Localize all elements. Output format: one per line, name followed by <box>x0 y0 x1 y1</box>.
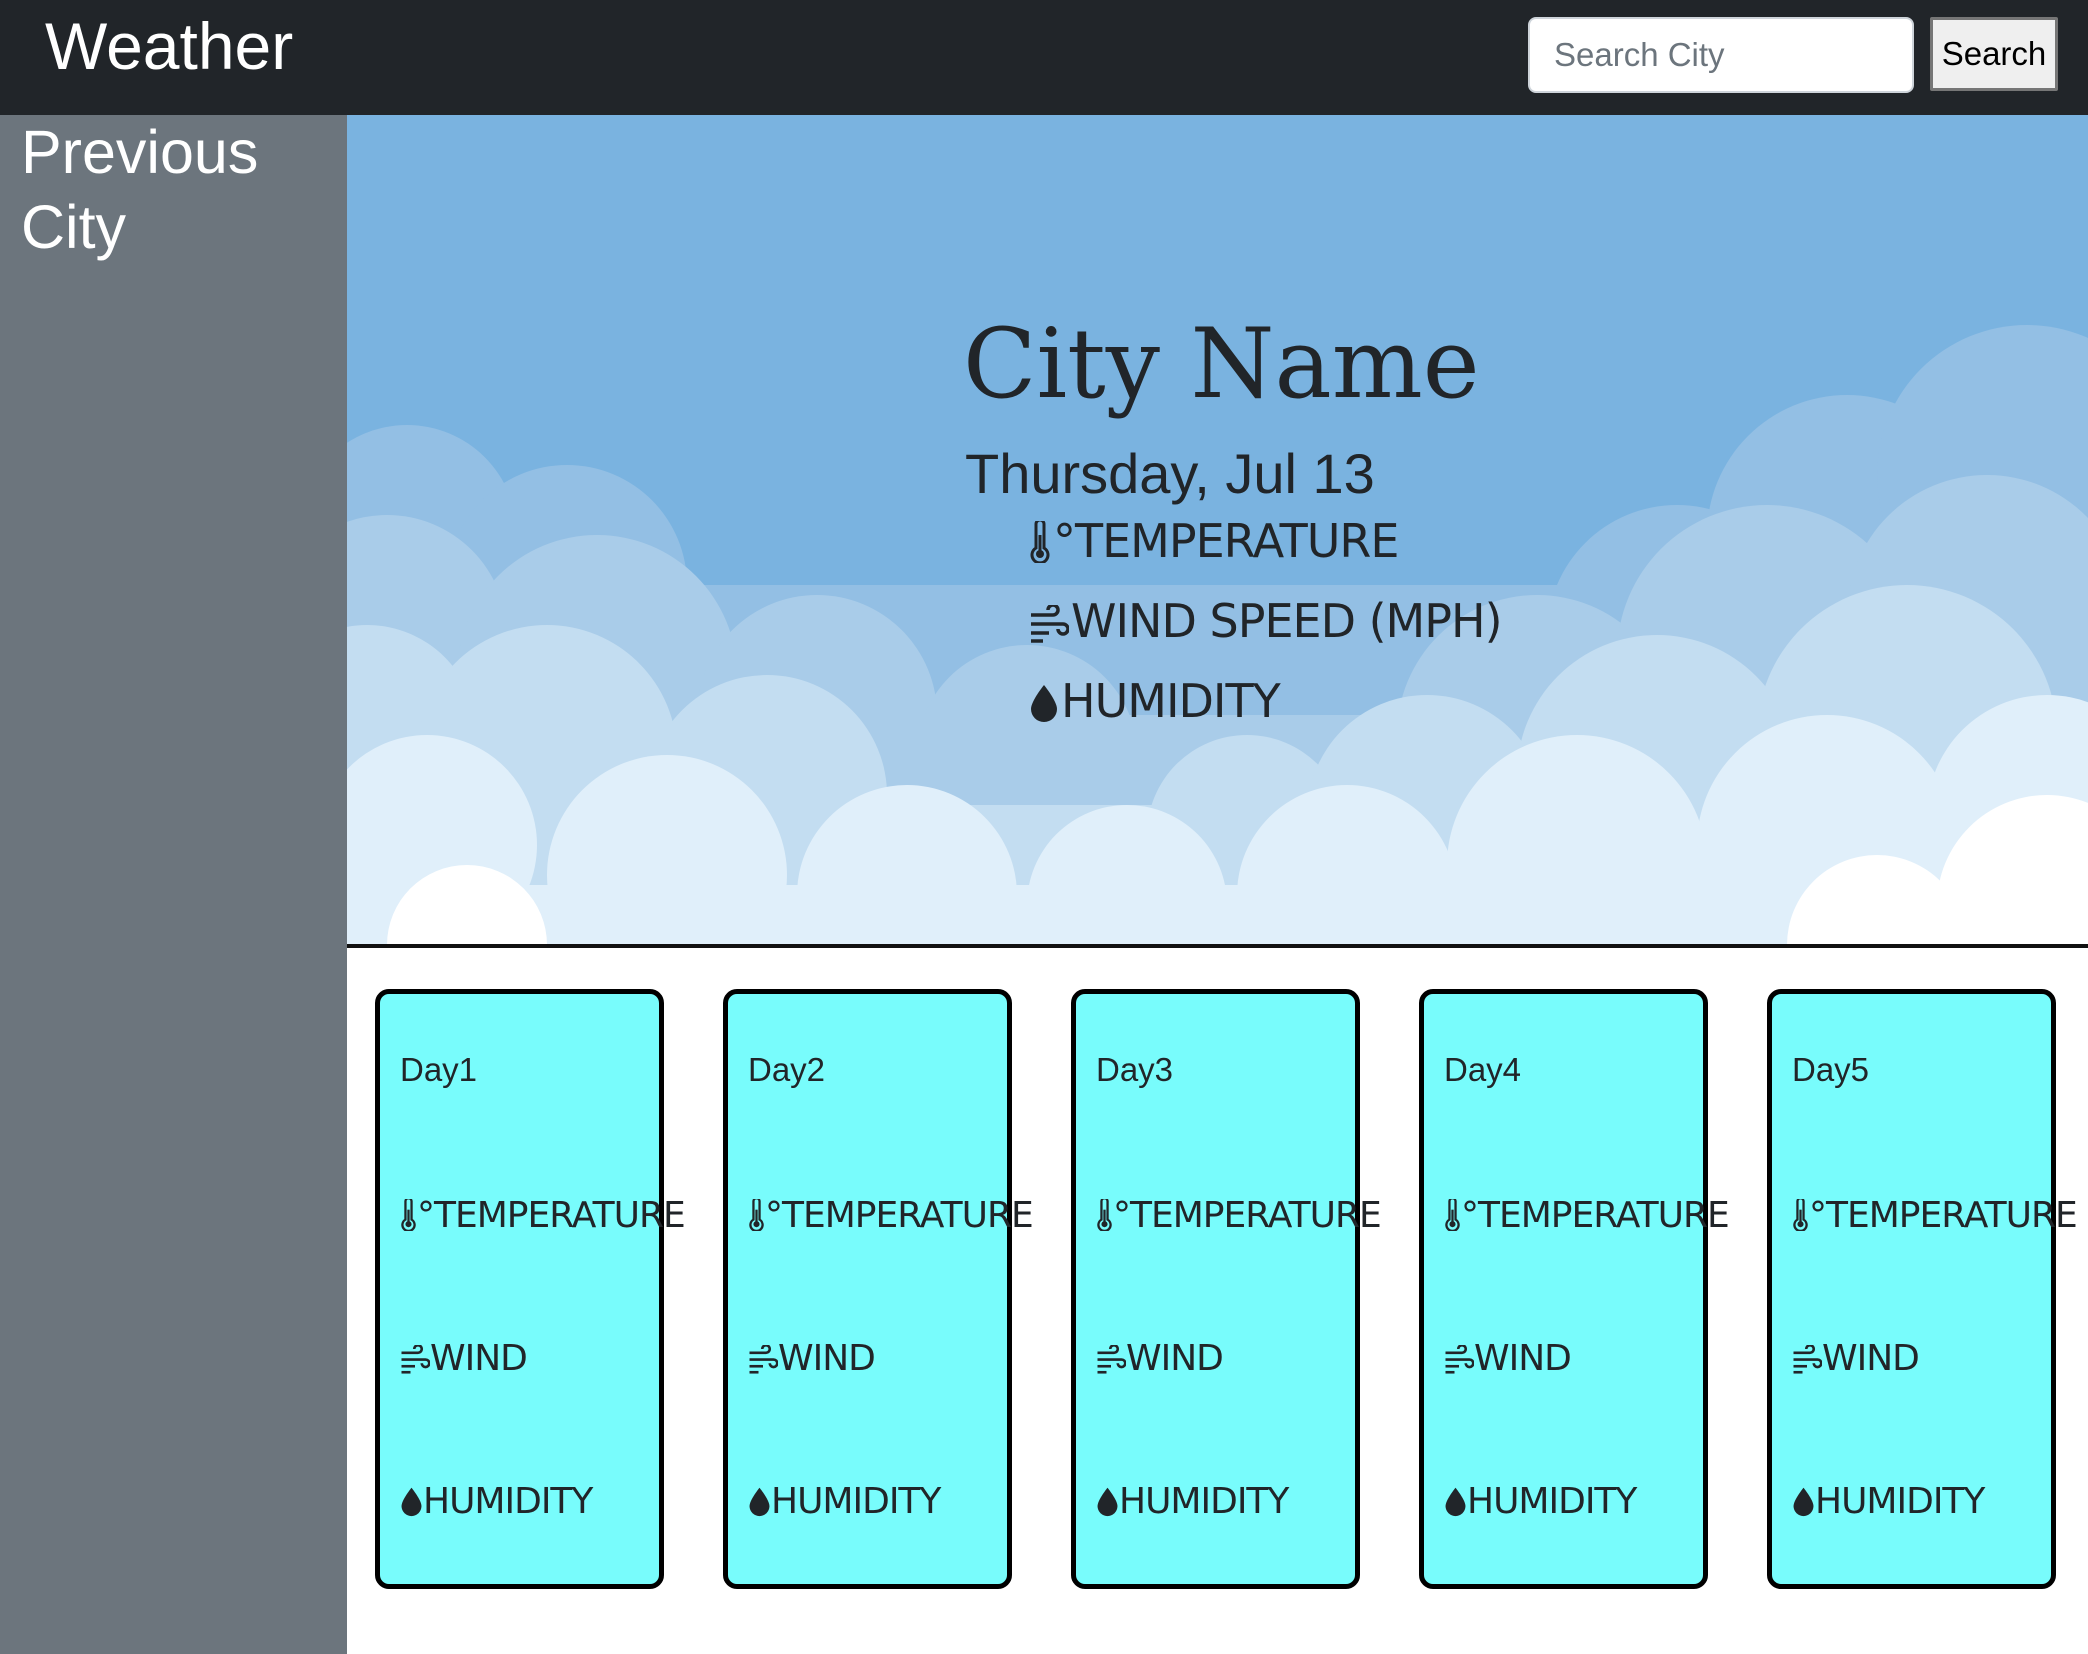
forecast-wind: WIND <box>1444 1337 1572 1385</box>
forecast-card: Day2 °TEMPERATURE WIND HUMIDITY <box>723 989 1034 1589</box>
wind-icon <box>1792 1341 1823 1385</box>
current-temperature: °TEMPERATURE <box>1029 513 1399 575</box>
forecast-humidity-label: HUMIDITY <box>1119 1481 1289 1522</box>
current-humidity: HUMIDITY <box>1029 673 1281 735</box>
forecast-temperature: °TEMPERATURE <box>748 1194 1034 1242</box>
thermometer-icon <box>1792 1197 1809 1242</box>
droplet-icon <box>1444 1484 1467 1528</box>
thermometer-icon <box>748 1197 765 1242</box>
droplet-icon <box>1792 1484 1815 1528</box>
sidebar: Previous City <box>0 115 347 1654</box>
forecast-wind-label: WIND <box>1474 1338 1572 1379</box>
forecast-temperature: °TEMPERATURE <box>1792 1194 2078 1242</box>
brand-title[interactable]: Weather <box>45 6 293 86</box>
forecast-humidity-label: HUMIDITY <box>1467 1481 1637 1522</box>
navbar: Weather Search <box>0 0 2088 115</box>
droplet-icon <box>748 1484 771 1528</box>
wind-icon <box>1096 1341 1127 1385</box>
forecast-temperature: °TEMPERATURE <box>400 1194 686 1242</box>
forecast-wind: WIND <box>1792 1337 1920 1385</box>
droplet-icon <box>1029 679 1059 735</box>
forecast-temperature-label: °TEMPERATURE <box>765 1195 1034 1236</box>
forecast-card: Day3 °TEMPERATURE WIND HUMIDITY <box>1071 989 1382 1589</box>
current-wind-label: WIND SPEED (MPH) <box>1071 594 1503 648</box>
search-button[interactable]: Search <box>1930 17 2058 91</box>
forecast-humidity: HUMIDITY <box>748 1480 941 1528</box>
wind-icon <box>400 1341 431 1385</box>
forecast-day: Day2 <box>748 1051 826 1088</box>
city-name: City Name <box>963 308 1480 420</box>
forecast-wind-label: WIND <box>1822 1338 1920 1379</box>
forecast-day: Day4 <box>1444 1051 1522 1088</box>
forecast-humidity: HUMIDITY <box>1792 1480 1985 1528</box>
forecast-humidity: HUMIDITY <box>1444 1480 1637 1528</box>
forecast-day: Day1 <box>400 1051 478 1088</box>
current-weather-hero: City Name Thursday, Jul 13 °TEMPERATURE … <box>347 115 2088 946</box>
forecast-wind: WIND <box>400 1337 528 1385</box>
forecast-day: Day3 <box>1096 1051 1174 1088</box>
forecast-temperature-label: °TEMPERATURE <box>1113 1195 1382 1236</box>
forecast-wind: WIND <box>1096 1337 1224 1385</box>
forecast-day: Day5 <box>1792 1051 1870 1088</box>
forecast-wind-label: WIND <box>1126 1338 1224 1379</box>
current-wind: WIND SPEED (MPH) <box>1029 593 1503 655</box>
forecast-temperature: °TEMPERATURE <box>1444 1194 1730 1242</box>
forecast-card: Day1 °TEMPERATURE WIND HUMIDITY <box>375 989 686 1589</box>
search-input[interactable] <box>1528 17 1914 93</box>
thermometer-icon <box>1096 1197 1113 1242</box>
wind-icon <box>748 1341 779 1385</box>
current-humidity-label: HUMIDITY <box>1061 674 1281 728</box>
forecast-wind-label: WIND <box>778 1338 876 1379</box>
forecast-humidity-label: HUMIDITY <box>1815 1481 1985 1522</box>
previous-city-heading: Previous City <box>21 118 259 261</box>
forecast-card: Day4 °TEMPERATURE WIND HUMIDITY <box>1419 989 1730 1589</box>
forecast-humidity-label: HUMIDITY <box>771 1481 941 1522</box>
wind-icon <box>1029 599 1070 655</box>
droplet-icon <box>1096 1484 1119 1528</box>
forecast-temperature-label: °TEMPERATURE <box>1809 1195 2078 1236</box>
forecast-card: Day5 °TEMPERATURE WIND HUMIDITY <box>1767 989 2078 1589</box>
thermometer-icon <box>1029 518 1051 575</box>
current-temperature-label: °TEMPERATURE <box>1053 514 1399 568</box>
forecast-wind: WIND <box>748 1337 876 1385</box>
forecast-wind-label: WIND <box>430 1338 528 1379</box>
forecast-temperature: °TEMPERATURE <box>1096 1194 1382 1242</box>
forecast-temperature-label: °TEMPERATURE <box>1461 1195 1730 1236</box>
current-date: Thursday, Jul 13 <box>965 442 1375 505</box>
thermometer-icon <box>400 1197 417 1242</box>
forecast-humidity: HUMIDITY <box>400 1480 593 1528</box>
thermometer-icon <box>1444 1197 1461 1242</box>
forecast-humidity-label: HUMIDITY <box>423 1481 593 1522</box>
wind-icon <box>1444 1341 1475 1385</box>
forecast-temperature-label: °TEMPERATURE <box>417 1195 686 1236</box>
forecast-humidity: HUMIDITY <box>1096 1480 1289 1528</box>
droplet-icon <box>400 1484 423 1528</box>
